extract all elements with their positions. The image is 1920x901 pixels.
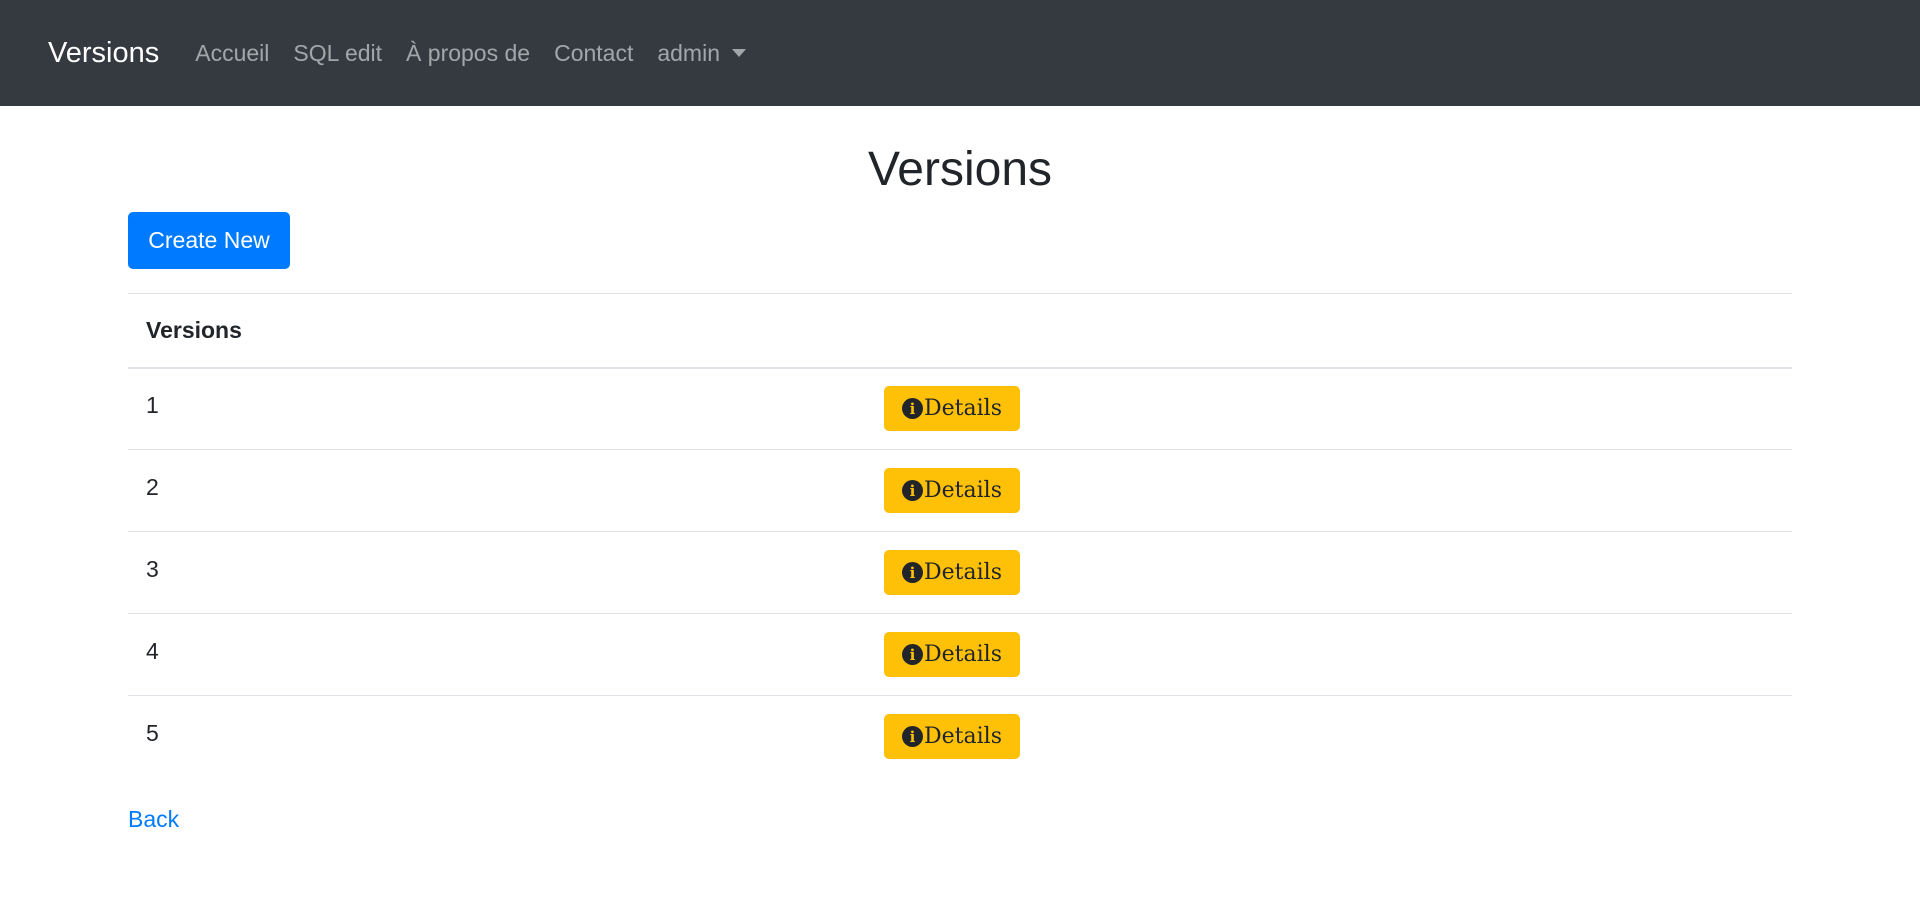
details-label: Details bbox=[924, 724, 1002, 750]
table-header-row: Versions bbox=[128, 293, 1792, 369]
actions-cell: i Details bbox=[866, 367, 1792, 450]
details-label: Details bbox=[924, 396, 1002, 422]
details-button[interactable]: i Details bbox=[884, 386, 1020, 432]
version-cell: 3 bbox=[128, 531, 866, 614]
create-new-button[interactable]: Create New bbox=[128, 212, 290, 269]
page-title: Versions bbox=[867, 143, 1053, 196]
nav-link-accueil[interactable]: Accueil bbox=[195, 40, 269, 67]
details-label: Details bbox=[924, 560, 1002, 585]
column-header-versions: Versions bbox=[128, 293, 866, 369]
actions-cell: i Details bbox=[866, 696, 1792, 778]
info-circle-icon: i bbox=[902, 480, 923, 501]
main-content: Versions Create New Versions 1 i Details… bbox=[128, 106, 1792, 832]
info-circle-icon: i bbox=[902, 562, 923, 583]
nav-link-contact[interactable]: Contact bbox=[554, 40, 633, 67]
version-cell: 5 bbox=[146, 720, 159, 747]
column-header-actions bbox=[866, 293, 1792, 369]
info-circle-icon: i bbox=[902, 644, 923, 665]
table-row: 3 i Details bbox=[128, 531, 1792, 614]
back-link[interactable]: Back bbox=[128, 806, 179, 833]
info-circle-icon: i bbox=[902, 726, 923, 748]
info-circle-icon: i bbox=[902, 398, 923, 420]
actions-cell: i Details bbox=[866, 613, 1792, 696]
table-row: 5 i Details bbox=[128, 696, 1792, 778]
user-menu-label: admin bbox=[657, 39, 720, 66]
table-row: 4 i Details bbox=[128, 613, 1792, 696]
details-label: Details bbox=[924, 642, 1002, 667]
details-button[interactable]: i Details bbox=[884, 550, 1020, 595]
versions-table: Versions 1 i Details 2 i Details 3 i Det… bbox=[128, 293, 1792, 778]
nav-link-a-propos[interactable]: À propos de bbox=[406, 40, 530, 67]
nav-link-sql-edit[interactable]: SQL edit bbox=[293, 40, 382, 67]
top-navbar: Versions Accueil SQL edit À propos de Co… bbox=[0, 0, 1920, 106]
version-cell: 2 bbox=[128, 449, 866, 532]
details-button[interactable]: i Details bbox=[884, 632, 1020, 677]
table-row: 1 i Details bbox=[128, 367, 1792, 450]
version-cell: 4 bbox=[128, 613, 866, 696]
table-row: 2 i Details bbox=[128, 449, 1792, 532]
caret-down-icon bbox=[732, 49, 746, 57]
details-button[interactable]: i Details bbox=[884, 714, 1020, 760]
actions-cell: i Details bbox=[866, 531, 1792, 614]
actions-cell: i Details bbox=[866, 449, 1792, 532]
details-button[interactable]: i Details bbox=[884, 468, 1020, 513]
brand-link[interactable]: Versions bbox=[48, 37, 159, 70]
version-cell: 1 bbox=[128, 367, 866, 450]
user-menu-dropdown[interactable]: admin bbox=[657, 40, 746, 67]
details-label: Details bbox=[924, 478, 1002, 503]
